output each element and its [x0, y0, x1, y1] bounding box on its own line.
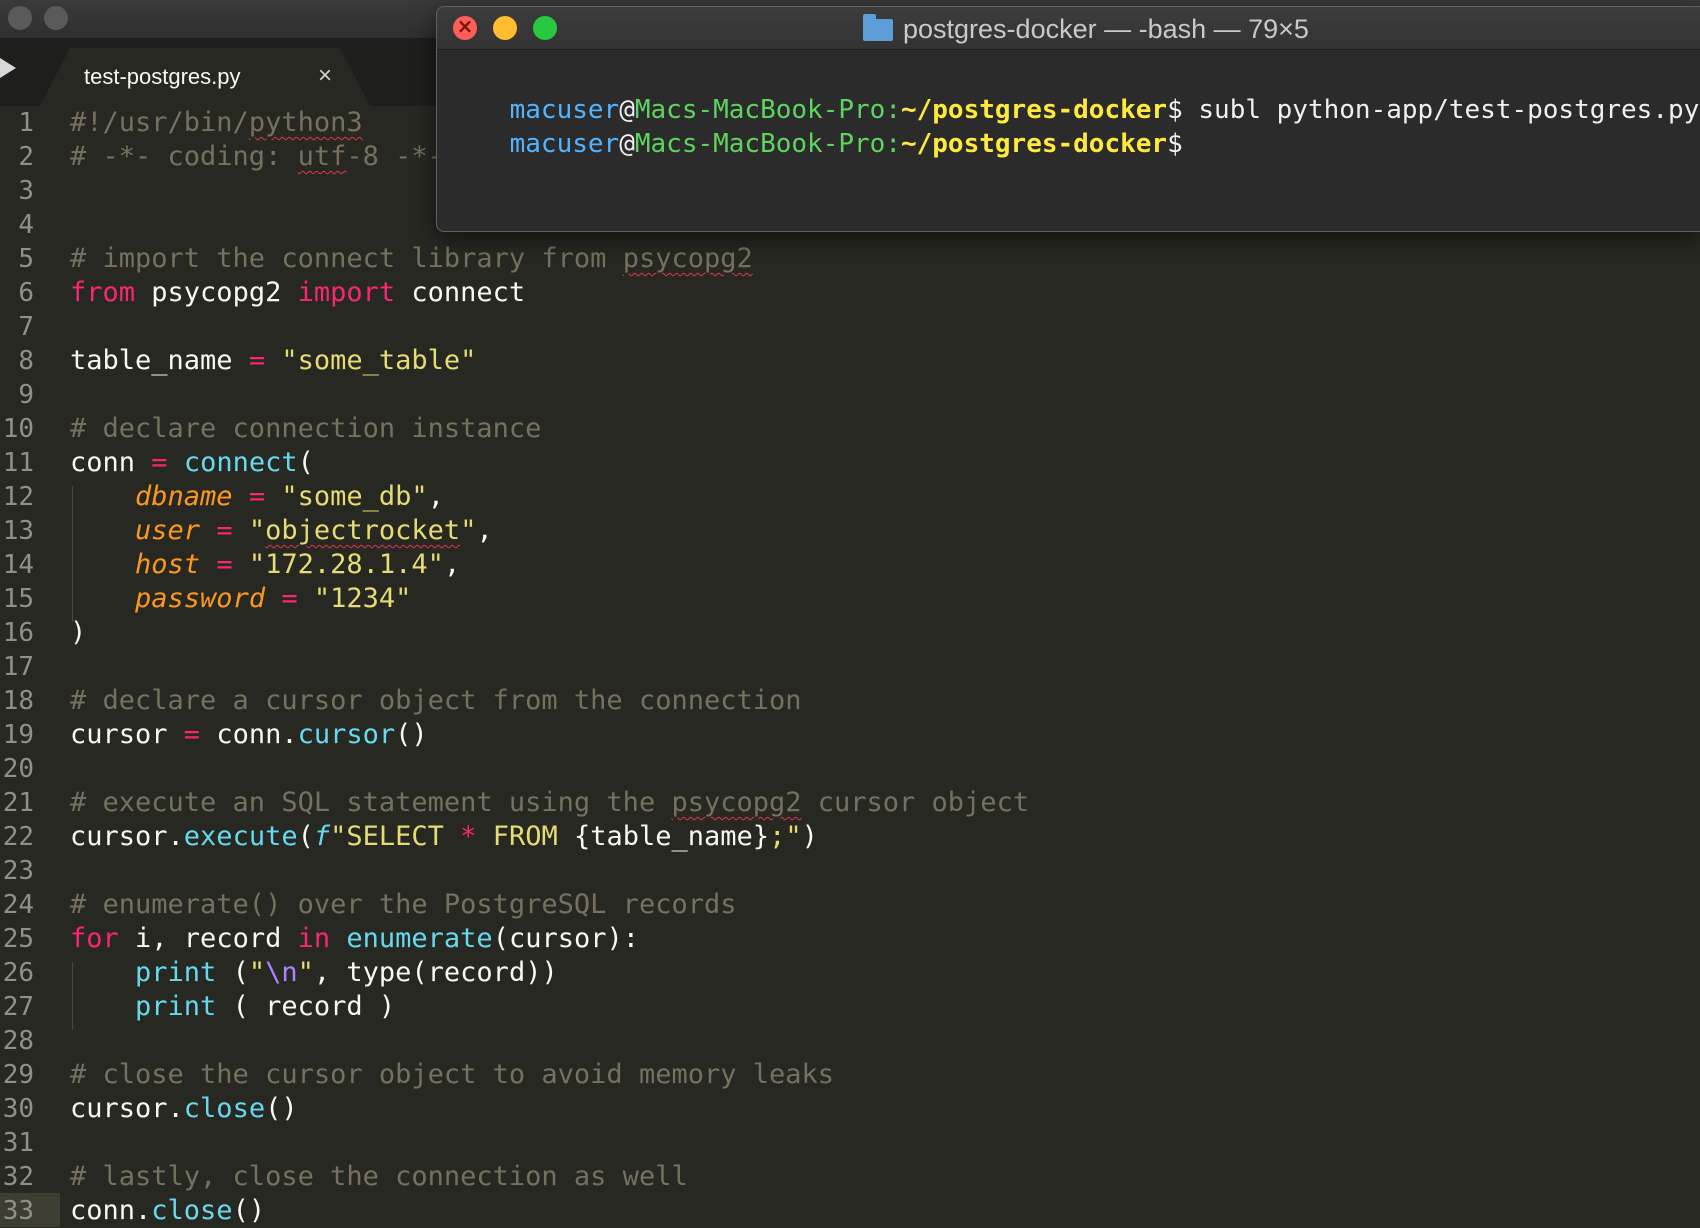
line-number: 29: [2, 1060, 34, 1090]
prompt-host: Macs-MacBook-Pro: [634, 129, 886, 159]
line-number: 13: [2, 516, 34, 546]
code-line[interactable]: conn.close(): [70, 1194, 1700, 1228]
code-line[interactable]: # declare a cursor object from the conne…: [70, 684, 1700, 718]
line-number: 27: [2, 992, 34, 1022]
prompt-user: macuser: [509, 129, 620, 159]
code-line[interactable]: # execute an SQL statement using the psy…: [70, 786, 1700, 820]
line-number: 20: [2, 754, 34, 784]
code-line[interactable]: # lastly, close the connection as well: [70, 1160, 1700, 1194]
terminal-titlebar[interactable]: postgres-docker — -bash — 79×5: [437, 7, 1700, 50]
line-number: 6: [18, 278, 34, 308]
code-line[interactable]: user = "objectrocket",: [70, 514, 1700, 548]
line-number: 4: [18, 210, 34, 240]
code-line[interactable]: dbname = "some_db",: [70, 480, 1700, 514]
line-number: 31: [2, 1128, 34, 1158]
line-number: 23: [2, 856, 34, 886]
terminal-close-button[interactable]: [453, 14, 477, 40]
code-line[interactable]: [70, 310, 1700, 344]
terminal-command: subl python-app/test-postgres.py: [1182, 95, 1700, 125]
line-numbers: 1 2 3 4 5 6 7 8 9 10 11 12 13 14 15 16 1…: [0, 106, 34, 1228]
line-number: 8: [18, 346, 34, 376]
line-number: 14: [2, 550, 34, 580]
line-number: 10: [2, 414, 34, 444]
line-number: 22: [2, 822, 34, 852]
line-number: 3: [18, 176, 34, 206]
code-line[interactable]: from psycopg2 import connect: [70, 276, 1700, 310]
line-number: 15: [2, 584, 34, 614]
line-number: 17: [2, 652, 34, 682]
code-line[interactable]: # declare connection instance: [70, 412, 1700, 446]
sidebar-toggle-icon[interactable]: [0, 58, 16, 78]
prompt-path: ~/postgres-docker: [900, 129, 1168, 159]
prompt-separator: :: [885, 129, 901, 159]
line-number: 26: [2, 958, 34, 988]
terminal-line: macuser@Macs-MacBook-Pro:~/postgres-dock…: [447, 59, 1700, 125]
code-line[interactable]: [70, 1126, 1700, 1160]
code-line[interactable]: [70, 650, 1700, 684]
code-line[interactable]: cursor.execute(f"SELECT * FROM {table_na…: [70, 820, 1700, 854]
terminal-maximize-button[interactable]: [533, 16, 557, 40]
line-number: 24: [2, 890, 34, 920]
prompt-symbol: $: [1167, 129, 1183, 159]
line-number: 16: [2, 618, 34, 648]
code-line[interactable]: for i, record in enumerate(cursor):: [70, 922, 1700, 956]
code-line[interactable]: cursor.close(): [70, 1092, 1700, 1126]
code-line[interactable]: print ("\n", type(record)): [70, 956, 1700, 990]
terminal-line[interactable]: macuser@Macs-MacBook-Pro:~/postgres-dock…: [447, 93, 1183, 159]
code-line[interactable]: ): [70, 616, 1700, 650]
line-number: 33: [2, 1196, 34, 1226]
code-line[interactable]: [70, 752, 1700, 786]
code-line[interactable]: [70, 854, 1700, 888]
terminal-title: postgres-docker — -bash — 79×5: [903, 14, 1309, 44]
line-number: 28: [2, 1026, 34, 1056]
editor-minimize-button[interactable]: [44, 6, 68, 30]
line-number: 1: [18, 108, 34, 138]
code-line[interactable]: password = "1234": [70, 582, 1700, 616]
code-line[interactable]: [70, 1024, 1700, 1058]
line-number: 9: [18, 380, 34, 410]
code-line[interactable]: [70, 378, 1700, 412]
prompt-at: @: [619, 129, 635, 159]
code-line[interactable]: # enumerate() over the PostgreSQL record…: [70, 888, 1700, 922]
editor-close-button[interactable]: [8, 6, 32, 30]
line-number: 12: [2, 482, 34, 512]
tab-label[interactable]: test-postgres.py: [84, 64, 241, 90]
line-number: 2: [18, 142, 34, 172]
code-line[interactable]: print ( record ): [70, 990, 1700, 1024]
line-number: 25: [2, 924, 34, 954]
terminal-window[interactable]: postgres-docker — -bash — 79×5 macuser@M…: [436, 6, 1700, 232]
line-number: 7: [18, 312, 34, 342]
line-number: 32: [2, 1162, 34, 1192]
line-number: 5: [18, 244, 34, 274]
line-number: 30: [2, 1094, 34, 1124]
code-line[interactable]: # import the connect library from psycop…: [70, 242, 1700, 276]
code-line[interactable]: conn = connect(: [70, 446, 1700, 480]
line-number: 18: [2, 686, 34, 716]
code-editor[interactable]: #!/usr/bin/python3 # -*- coding: utf-8 -*…: [70, 106, 1700, 1228]
code-line[interactable]: # close the cursor object to avoid memor…: [70, 1058, 1700, 1092]
line-number: 11: [2, 448, 34, 478]
line-number: 21: [2, 788, 34, 818]
code-line[interactable]: table_name = "some_table": [70, 344, 1700, 378]
folder-icon: [863, 14, 893, 41]
line-number: 19: [2, 720, 34, 750]
terminal-minimize-button[interactable]: [493, 16, 517, 40]
tab-close-icon[interactable]: ×: [318, 62, 332, 90]
code-line[interactable]: host = "172.28.1.4",: [70, 548, 1700, 582]
code-line[interactable]: cursor = conn.cursor(): [70, 718, 1700, 752]
